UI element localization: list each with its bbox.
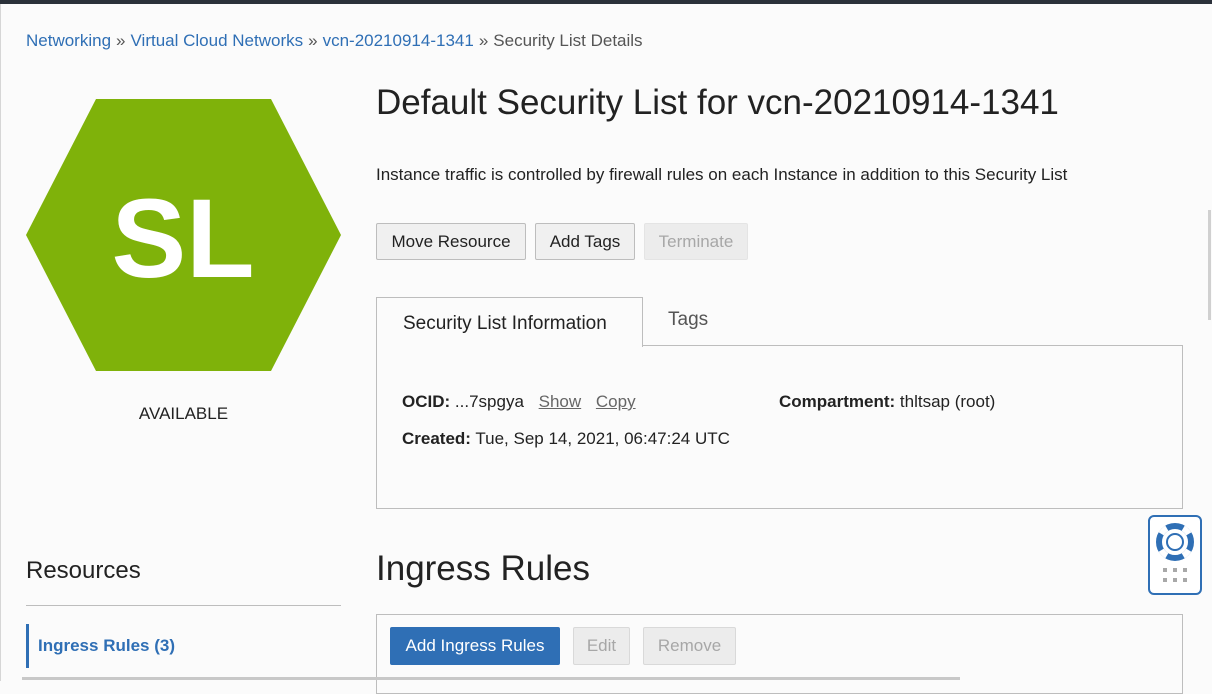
security-list-hexagon-icon: SL	[26, 99, 341, 371]
hexagon-label: SL	[111, 176, 254, 301]
breadcrumb-networking[interactable]: Networking	[26, 31, 111, 50]
top-bar	[0, 0, 1212, 4]
page-description: Instance traffic is controlled by firewa…	[376, 165, 1068, 184]
status-label: AVAILABLE	[138, 404, 229, 423]
breadcrumb-separator: »	[308, 31, 318, 50]
tab-tags[interactable]: Tags	[668, 309, 708, 331]
left-border	[0, 4, 1, 681]
move-resource-button[interactable]: Move Resource	[376, 223, 526, 260]
edit-button[interactable]: Edit	[573, 627, 630, 665]
tab-label: Security List Information	[403, 313, 607, 334]
add-ingress-rules-button[interactable]: Add Ingress Rules	[390, 627, 560, 665]
breadcrumb-current: Security List Details	[493, 31, 643, 50]
security-list-info-panel	[376, 345, 1183, 509]
resources-divider	[26, 605, 341, 606]
help-widget[interactable]	[1148, 515, 1202, 595]
page-title: Default Security List for vcn-20210914-1…	[376, 83, 1059, 122]
add-tags-button[interactable]: Add Tags	[535, 223, 635, 260]
resources-item-label: Ingress Rules (3)	[38, 636, 175, 655]
created-label: Created:	[402, 429, 471, 448]
compartment-label: Compartment:	[779, 392, 896, 411]
compartment-value: thltsap (root)	[899, 392, 996, 411]
ocid-label: OCID:	[402, 392, 451, 411]
breadcrumb-vcn[interactable]: vcn-20210914-1341	[323, 31, 474, 50]
resources-heading: Resources	[26, 557, 141, 584]
breadcrumb: Networking» Virtual Cloud Networks» vcn-20…	[26, 31, 643, 51]
terminate-button[interactable]: Terminate	[644, 223, 748, 260]
remove-button[interactable]: Remove	[643, 627, 736, 665]
lifebuoy-icon	[1156, 523, 1194, 561]
resources-item-ingress-rules[interactable]: Ingress Rules (3)	[26, 624, 341, 668]
vertical-scrollbar[interactable]	[1208, 210, 1211, 320]
breadcrumb-separator: »	[116, 31, 126, 50]
ocid-value: ...7spgya	[454, 392, 524, 411]
compartment-row: Compartment: thltsap (root)	[779, 392, 995, 412]
breadcrumb-separator: »	[478, 31, 489, 50]
ocid-row: OCID: ...7spgya Show Copy	[402, 392, 636, 412]
ingress-rules-heading: Ingress Rules	[376, 549, 590, 588]
created-value: Tue, Sep 14, 2021, 06:47:24 UTC	[475, 429, 730, 448]
ocid-copy-link[interactable]: Copy	[596, 392, 636, 411]
ocid-show-link[interactable]: Show	[539, 392, 582, 411]
breadcrumb-virtual-cloud-networks[interactable]: Virtual Cloud Networks	[131, 31, 304, 50]
tab-security-list-information[interactable]: Security List Information	[376, 297, 643, 347]
horizontal-scrollbar[interactable]	[22, 677, 960, 680]
created-row: Created: Tue, Sep 14, 2021, 06:47:24 UTC	[402, 429, 730, 449]
grip-dots-icon	[1163, 568, 1187, 582]
